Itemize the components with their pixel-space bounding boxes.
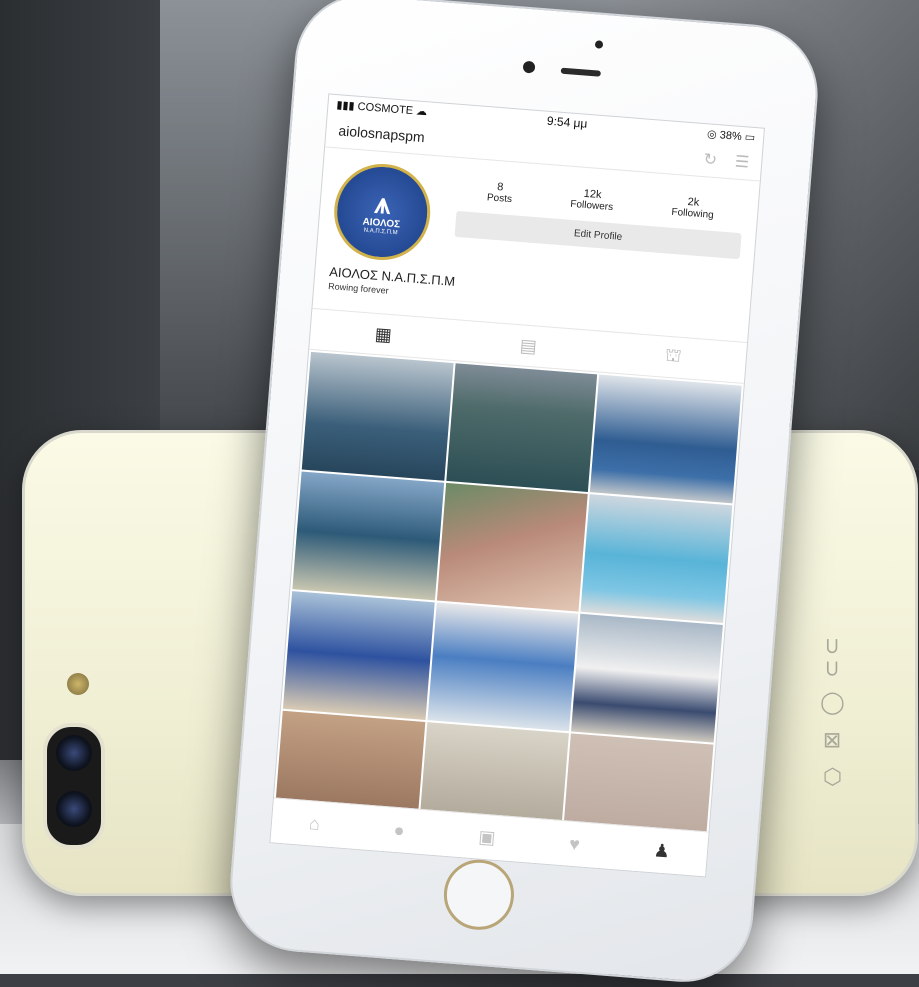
battery-icon: ▭ [744,130,756,144]
photo-thumbnail[interactable] [580,494,733,624]
regulatory-marks: ⬡ ⊠ ◯ ⊂⊂ [819,633,844,789]
refresh-icon[interactable]: ↻ [703,149,718,170]
rowing-logo-icon: ⩚ [373,186,393,220]
front-phone: ▮▮▮ COSMOTE ☁ 9:54 μμ ◎ 38% ▭ aiolosnaps… [225,0,823,987]
photo-grid [271,350,743,865]
flash-icon [67,673,89,695]
wifi-icon: ☁ [415,104,428,118]
phone-screen: ▮▮▮ COSMOTE ☁ 9:54 μμ ◎ 38% ▭ aiolosnaps… [269,93,766,878]
battery-indicator: ◎ 38% ▭ [706,127,756,144]
sensor-icon [594,40,604,49]
photo-thumbnail[interactable] [436,482,589,612]
photo-thumbnail[interactable] [427,602,579,732]
photo-thumbnail[interactable] [445,363,598,493]
photo-thumbnail[interactable] [571,613,723,743]
tagged-icon[interactable]: ⛫ [664,345,682,370]
avatar[interactable]: ⩚ ΑΙΟΛΟΣ Ν.Α.Π.Σ.Π.Μ [330,160,434,264]
earpiece-speaker [560,67,601,77]
rear-camera [43,723,105,849]
stat-following[interactable]: 2k Following [671,195,715,221]
photo-thumbnail[interactable] [301,351,454,481]
camera-lens-icon [56,735,92,771]
menu-icon[interactable]: ☰ [734,152,750,173]
stat-followers[interactable]: 12k Followers [570,187,614,213]
signal-icon: ▮▮▮ [336,98,356,113]
search-icon[interactable]: ● [393,819,405,841]
grid-icon[interactable]: ▦ [374,323,393,345]
photo-thumbnail[interactable] [292,471,444,601]
list-icon[interactable]: ▤ [519,335,538,357]
home-icon[interactable]: ⌂ [308,813,320,835]
profile-icon[interactable]: ♟ [653,840,671,862]
photo-thumbnail[interactable] [282,591,435,720]
front-camera-icon [522,60,536,74]
home-button[interactable] [441,857,517,933]
camera-icon[interactable]: ▣ [478,826,497,848]
stat-posts[interactable]: 8 Posts [487,180,514,205]
alarm-icon: ◎ [706,127,718,141]
camera-lens-icon [56,791,92,827]
clock: 9:54 μμ [546,113,588,131]
username: aiolosnapspm [337,122,426,146]
heart-icon[interactable]: ♥ [568,833,581,855]
photo-thumbnail[interactable] [590,374,742,504]
